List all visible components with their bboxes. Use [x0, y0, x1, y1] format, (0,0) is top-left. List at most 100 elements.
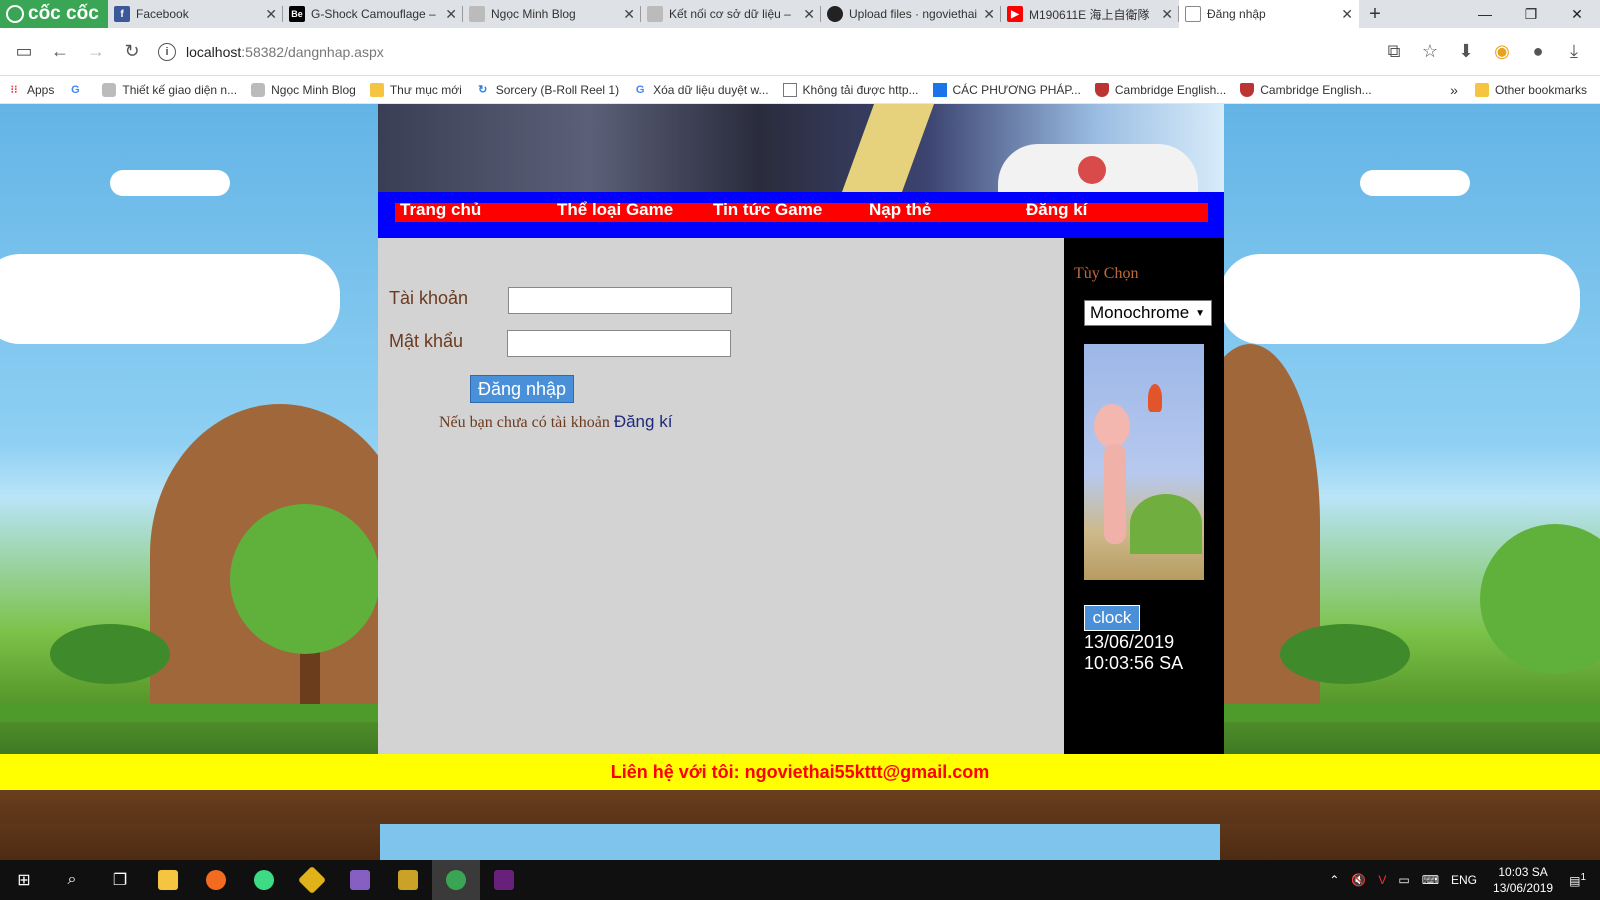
close-icon[interactable]: ✕	[265, 6, 277, 23]
username-label: Tài khoản	[389, 288, 469, 308]
tab-youtube[interactable]: ▶ M190611E 海上自衛隊 ✕	[1001, 0, 1179, 28]
bookmark-thiet-ke[interactable]: Thiết kế giao diện n...	[95, 82, 244, 97]
antivirus-icon[interactable]: V	[1372, 873, 1392, 887]
keyboard-icon[interactable]: ⌨	[1416, 873, 1445, 887]
square-blue-icon	[932, 82, 947, 97]
login-button[interactable]: Đăng nhập	[470, 375, 574, 403]
address-bar[interactable]: i localhost:58382/dangnhap.aspx	[158, 34, 1368, 70]
new-tab-button[interactable]: +	[1359, 0, 1391, 28]
visual-studio-icon[interactable]	[336, 860, 384, 900]
bookmarks-overflow-icon[interactable]: »	[1440, 82, 1468, 98]
shield-icon	[1094, 82, 1109, 97]
bookmark-thu-muc-moi[interactable]: Thư mục mới	[363, 82, 469, 97]
main-navigation: Trang chủ Thể loại Game Tin tức Game Nạp…	[378, 192, 1224, 238]
bookmark-label: Cambridge English...	[1260, 82, 1372, 97]
savior-download-icon[interactable]: ⬇	[1448, 34, 1484, 70]
show-hidden-icons-icon[interactable]: ⌃	[1323, 873, 1345, 887]
password-input[interactable]	[507, 330, 731, 357]
close-icon[interactable]: ✕	[623, 6, 635, 23]
bookmark-label: Thiết kế giao diện n...	[122, 82, 238, 97]
tools-icon[interactable]	[384, 860, 432, 900]
bookmark-label: Other bookmarks	[1494, 82, 1587, 97]
blog-avatar-icon	[251, 82, 266, 97]
bookmark-sorcery[interactable]: ↻ Sorcery (B-Roll Reel 1)	[469, 83, 626, 97]
back-icon[interactable]: ←	[42, 34, 78, 70]
forward-icon[interactable]: →	[78, 34, 114, 70]
bookmark-cambridge-2[interactable]: Cambridge English...	[1233, 82, 1378, 97]
bookmark-apps[interactable]: ⁝⁝ Apps	[0, 83, 61, 97]
close-icon[interactable]: ✕	[445, 6, 457, 23]
facebook-icon: f	[114, 6, 130, 22]
taskbar-date: 13/06/2019	[1493, 881, 1554, 895]
profile-icon[interactable]: ●	[1520, 34, 1556, 70]
close-icon[interactable]: ✕	[1341, 6, 1353, 23]
coccoc-extension-icon[interactable]: ◉	[1484, 34, 1520, 70]
windows-taskbar: ⊞ ⌕ ❐ ⌃ 🔇 V ▭ ⌨ ENG 10:03 SA 13/06/2019 …	[0, 860, 1600, 900]
clock-button[interactable]: clock	[1084, 605, 1140, 631]
notification-center-icon[interactable]: ▤1	[1563, 872, 1600, 888]
tab-github-upload[interactable]: Upload files · ngoviethai ✕	[821, 0, 1001, 28]
coccoc-taskbar-icon[interactable]	[432, 860, 480, 900]
translate-icon[interactable]: ⧉	[1376, 34, 1412, 70]
bookmark-label: Cambridge English...	[1114, 82, 1227, 97]
bookmark-xoa-du-lieu[interactable]: G Xóa dữ liệu duyệt w...	[626, 83, 775, 97]
visual-studio-purple-icon[interactable]	[480, 860, 528, 900]
google-icon: G	[71, 83, 80, 96]
tree	[230, 504, 380, 654]
close-icon[interactable]: ✕	[1161, 6, 1173, 23]
grass-ground	[0, 704, 380, 722]
tab-ket-noi-csdl[interactable]: Kết nối cơ sở dữ liệu – ✕	[641, 0, 821, 28]
task-view-icon[interactable]: ❐	[96, 860, 144, 900]
sidebar-toggle-icon[interactable]: ▭	[6, 34, 42, 70]
bookmark-google[interactable]: G	[61, 83, 95, 97]
tab-ngoc-minh-blog[interactable]: Ngọc Minh Blog ✕	[463, 0, 641, 28]
nav-the-loai-game[interactable]: Thể loại Game	[557, 200, 673, 220]
tab-dang-nhap[interactable]: Đăng nhập ✕	[1179, 0, 1359, 28]
taskbar-clock[interactable]: 10:03 SA 13/06/2019	[1483, 864, 1563, 896]
banner-art	[841, 104, 935, 192]
browser-orange-icon[interactable]	[192, 860, 240, 900]
site-info-icon[interactable]: i	[158, 42, 176, 61]
gif-art	[1104, 444, 1126, 544]
tab-gshock[interactable]: Be G-Shock Camouflage – ✕	[283, 0, 463, 28]
bookmarks-bar: ⁝⁝ Apps G Thiết kế giao diện n... Ngọc Mi…	[0, 76, 1600, 104]
volume-muted-icon[interactable]: 🔇	[1345, 873, 1372, 887]
nav-trang-chu[interactable]: Trang chủ	[400, 200, 481, 220]
register-link[interactable]: Đăng kí	[614, 412, 673, 431]
bookmark-star-icon[interactable]: ☆	[1412, 34, 1448, 70]
close-window-icon[interactable]: ✕	[1554, 0, 1600, 28]
language-indicator[interactable]: ENG	[1445, 873, 1483, 887]
nav-nap-the[interactable]: Nạp thẻ	[869, 200, 931, 220]
android-studio-icon[interactable]	[240, 860, 288, 900]
network-icon[interactable]: ▭	[1392, 873, 1415, 887]
file-explorer-icon[interactable]	[144, 860, 192, 900]
bookmark-other[interactable]: Other bookmarks	[1468, 82, 1594, 97]
nav-tin-tuc-game[interactable]: Tin tức Game	[713, 200, 822, 220]
bookmark-phuong-phap[interactable]: CÁC PHƯƠNG PHÁP...	[926, 82, 1088, 97]
register-note: Nếu bạn chưa có tài khoản Đăng kí	[439, 412, 672, 432]
search-icon[interactable]: ⌕	[48, 860, 96, 900]
nav-dang-ki[interactable]: Đăng kí	[1026, 200, 1087, 220]
cloud	[1220, 254, 1580, 344]
reload-icon[interactable]: ↻	[114, 34, 150, 70]
close-icon[interactable]: ✕	[803, 6, 815, 23]
folder-icon	[1474, 82, 1489, 97]
bookmark-ngoc-minh-blog[interactable]: Ngọc Minh Blog	[244, 82, 363, 97]
tab-label: Kết nối cơ sở dữ liệu –	[669, 7, 791, 21]
github-icon	[827, 6, 843, 22]
tab-facebook[interactable]: f Facebook ✕	[108, 0, 283, 28]
restore-icon[interactable]: ❐	[1508, 0, 1554, 28]
bookmark-khong-tai[interactable]: Không tải được http...	[776, 82, 926, 97]
bookmark-cambridge-1[interactable]: Cambridge English...	[1088, 82, 1233, 97]
theme-select[interactable]: Monochrome ▼	[1084, 300, 1212, 326]
blog-avatar-icon	[469, 6, 485, 22]
windows-start-icon[interactable]: ⊞	[0, 860, 48, 900]
minimize-icon[interactable]: —	[1462, 0, 1508, 28]
gif-art	[1148, 384, 1162, 412]
git-kraken-icon[interactable]	[288, 860, 336, 900]
username-input[interactable]	[508, 287, 732, 314]
shield-icon	[1240, 82, 1255, 97]
close-icon[interactable]: ✕	[983, 6, 995, 23]
downloads-icon[interactable]: ⤓	[1556, 34, 1592, 70]
coccoc-menu-button[interactable]: cốc cốc	[0, 0, 108, 28]
